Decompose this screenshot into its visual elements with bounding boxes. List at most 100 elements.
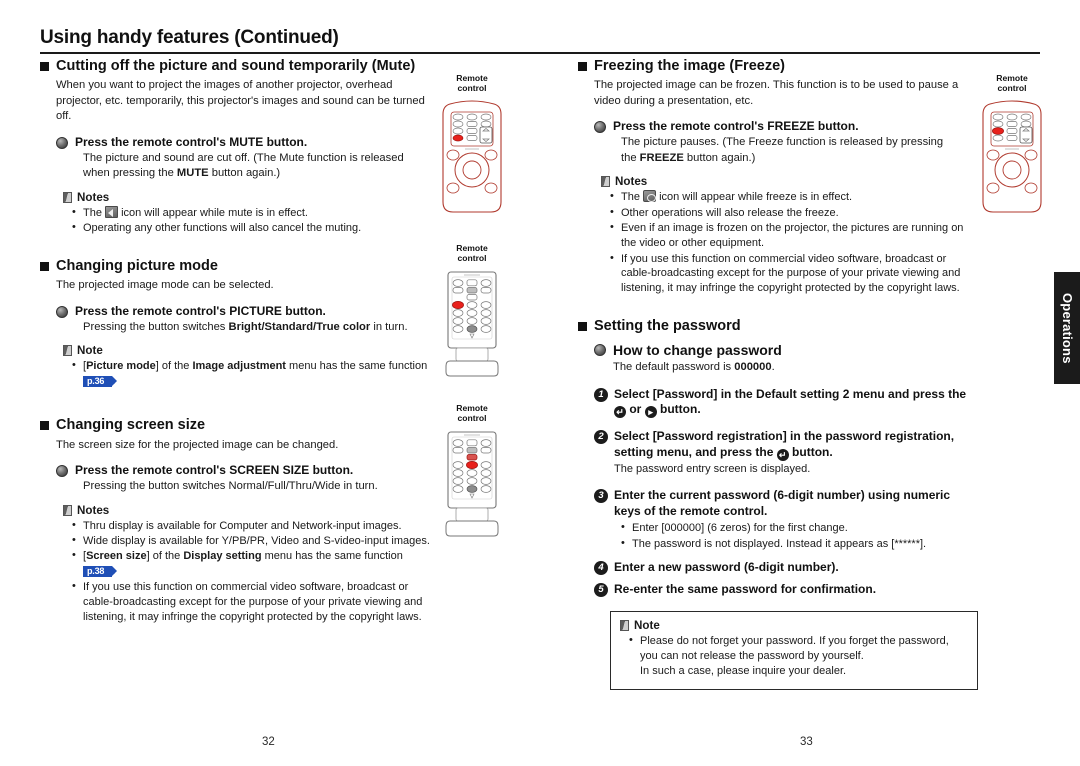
password-step-5: 5 Re-enter the same password for confirm…: [594, 582, 978, 598]
section-heading-mute: Cutting off the picture and sound tempor…: [40, 58, 440, 75]
page-number-right: 33: [800, 736, 813, 748]
left-column: Cutting off the picture and sound tempor…: [40, 58, 440, 625]
square-bullet-icon: [40, 62, 49, 71]
freeze-step-heading: Press the remote control's FREEZE button…: [613, 119, 859, 134]
square-bullet-icon: [40, 262, 49, 272]
freeze-note-list: The icon will appear while freeze is in …: [601, 189, 978, 297]
password-step-2-detail: The password entry screen is displayed.: [614, 462, 811, 475]
figure-remote-screensize: Remote control: [436, 403, 508, 545]
note-heading: Note: [63, 344, 440, 357]
screen-size-step-heading: Press the remote control's SCREEN SIZE b…: [75, 463, 354, 478]
title-divider: [40, 52, 1040, 54]
list-item: The icon will appear while mute is in ef…: [71, 205, 440, 221]
note-flag-icon: [63, 504, 72, 516]
remote-control-round-illustration: [982, 100, 1042, 213]
figure-caption: Remote control: [456, 403, 488, 423]
figure-remote-mute: Remote control: [436, 73, 508, 225]
section-heading-password: Setting the password: [578, 318, 978, 335]
enter-key-icon: ▸: [644, 406, 657, 419]
step-number-icon: 5: [594, 582, 608, 597]
mute-step-heading: Press the remote control's MUTE button.: [75, 134, 308, 149]
mute-notes: Notes The icon will appear while mute is…: [40, 191, 440, 236]
password-step-4-text: Enter a new password (6-digit number).: [614, 560, 839, 575]
picture-mode-intro: The projected image mode can be selected…: [56, 279, 274, 292]
page-title: Using handy features (Continued): [40, 27, 339, 48]
password-step-2: 2 Select [Password registration] in the …: [594, 429, 978, 477]
step-number-icon: 3: [594, 489, 608, 504]
screen-size-note-list: Thru display is available for Computer a…: [63, 518, 440, 625]
password-step-4: 4 Enter a new password (6-digit number).: [594, 560, 978, 576]
step-number-icon: 4: [594, 561, 608, 576]
square-bullet-icon: [578, 322, 587, 332]
picture-mode-note-list: [Picture mode] of the Image adjustment m…: [63, 358, 440, 389]
freeze-intro: The projected image can be frozen. This …: [594, 79, 959, 107]
password-step-3: 3 Enter the current password (6-digit nu…: [594, 488, 978, 552]
enter-key-icon: ↵: [614, 406, 626, 419]
list-item: If you use this function on commercial v…: [71, 579, 440, 625]
mute-button-highlight: [452, 134, 464, 142]
password-steps: 1 Select [Password] in the Default setti…: [578, 387, 978, 690]
list-item: The icon will appear while freeze is in …: [609, 189, 978, 205]
note-heading: Note: [620, 619, 967, 632]
list-item: Please do not forget your password. If y…: [628, 633, 967, 679]
screen-size-step: Press the remote control's SCREEN SIZE b…: [40, 463, 440, 494]
section-mute: Cutting off the picture and sound tempor…: [40, 58, 440, 236]
filled-circle-bullet-icon: [56, 465, 68, 478]
section-picture-mode: Changing picture mode The projected imag…: [40, 258, 440, 389]
screen-size-notes: Notes Thru display is available for Comp…: [40, 504, 440, 625]
side-tab-operations[interactable]: Operations: [1054, 272, 1080, 384]
password-step-3-text: Enter the current password (6-digit numb…: [614, 488, 951, 518]
list-item: Enter [000000] (6 zeros) for the first c…: [620, 520, 978, 536]
section-screen-size: Changing screen size The screen size for…: [40, 417, 440, 624]
filled-circle-bullet-icon: [56, 136, 68, 149]
notes-heading: Notes: [601, 175, 978, 188]
section-heading-picture-mode: Changing picture mode: [40, 258, 440, 275]
enter-key-icon: ↵: [776, 448, 789, 461]
freeze-button-highlight: [992, 127, 1004, 135]
password-step-1: 1 Select [Password] in the Default setti…: [594, 387, 978, 419]
note-flag-icon: [63, 345, 72, 357]
document-page: Using handy features (Continued) Cutting…: [0, 0, 1080, 766]
password-note-box: Note Please do not forget your password.…: [610, 611, 978, 690]
freeze-notes: Notes The icon will appear while freeze …: [578, 175, 978, 296]
page-reference-badge[interactable]: p.38: [83, 566, 118, 578]
remote-control-keypad-illustration: [445, 431, 499, 537]
note-flag-icon: [601, 176, 610, 188]
figure-caption: Remote control: [456, 73, 488, 93]
figure-caption: Remote control: [996, 73, 1028, 93]
list-item: Wide display is available for Y/PB/PR, V…: [71, 533, 440, 549]
mute-intro: When you want to project the images of a…: [56, 79, 425, 123]
mute-step: Press the remote control's MUTE button. …: [40, 135, 440, 182]
square-bullet-icon: [578, 62, 587, 71]
picture-mode-step: Press the remote control's PICTURE butto…: [40, 304, 440, 335]
page-reference-badge[interactable]: p.36: [83, 376, 118, 388]
section-heading-screen-size: Changing screen size: [40, 417, 440, 434]
freeze-step-detail: The picture pauses. (The Freeze function…: [621, 136, 944, 164]
side-tab-label: Operations: [1060, 292, 1075, 364]
screen-size-button-highlight: [466, 460, 478, 469]
figure-caption: Remote control: [456, 243, 488, 263]
password-subsection: How to change password The default passw…: [578, 342, 978, 376]
picture-mode-notes: Note [Picture mode] of the Image adjustm…: [40, 344, 440, 389]
notes-heading: Notes: [63, 191, 440, 204]
section-freeze: Freezing the image (Freeze) The projecte…: [578, 58, 978, 296]
screen-size-intro: The screen size for the projected image …: [56, 438, 339, 451]
list-item: If you use this function on commercial v…: [609, 251, 978, 297]
list-item: [Screen size] of the Display setting men…: [71, 548, 440, 579]
list-item: Thru display is available for Computer a…: [71, 518, 440, 534]
picture-button-highlight: [452, 300, 464, 309]
step-number-icon: 2: [594, 430, 608, 445]
picture-mode-step-heading: Press the remote control's PICTURE butto…: [75, 303, 326, 318]
password-step-2-text: Select [Password registration] in the pa…: [614, 429, 955, 461]
page-number-left: 32: [262, 736, 275, 748]
section-heading-freeze: Freezing the image (Freeze): [578, 58, 978, 75]
right-column: Freezing the image (Freeze) The projecte…: [578, 58, 978, 690]
password-step-1-text: Select [Password] in the Default setting…: [614, 386, 967, 419]
remote-control-keypad-illustration: [445, 271, 499, 377]
list-item: Even if an image is frozen on the projec…: [609, 220, 978, 251]
password-default-text: The default password is 000000.: [613, 361, 775, 374]
list-item: Operating any other functions will also …: [71, 220, 440, 236]
password-step-5-text: Re-enter the same password for confirmat…: [614, 581, 877, 596]
freeze-step: Press the remote control's FREEZE button…: [578, 119, 978, 166]
list-item: [Picture mode] of the Image adjustment m…: [71, 358, 440, 389]
